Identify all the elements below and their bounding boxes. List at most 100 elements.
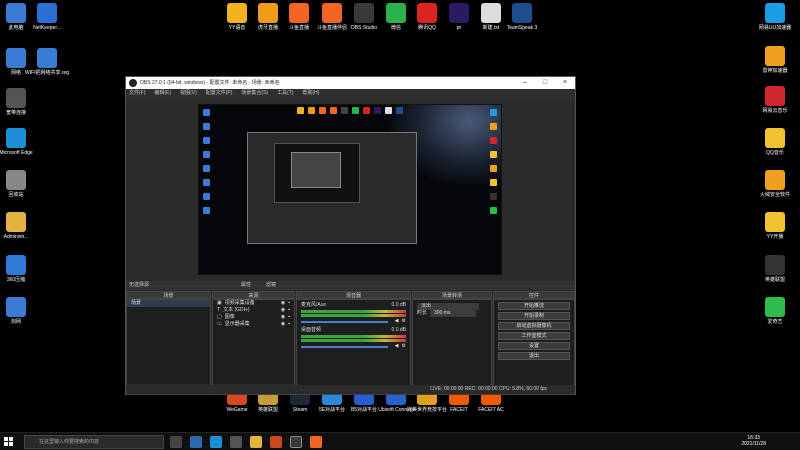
gear-icon[interactable]: ⚙: [402, 318, 406, 325]
desktop-right-icon-0-icon: [765, 3, 785, 23]
menu-item-2[interactable]: 视图(V): [180, 89, 197, 98]
mixer-dock[interactable]: 麦克风/Aux 0.0 dB ◀ ⚙ 桌面音频 0.0 dB ◀ ⚙: [296, 299, 411, 395]
edge-icon[interactable]: [210, 436, 222, 448]
transitions-dock[interactable]: 淡出 时长 300 ms: [412, 299, 492, 395]
desktop-left-icon-6[interactable]: 360压缩: [0, 255, 39, 283]
preview-mini-icon: [203, 179, 210, 186]
desktop-right-icon-5[interactable]: YY开播: [752, 212, 798, 240]
source-item-label: 视频采集设备: [224, 300, 255, 306]
close-icon[interactable]: ×: [555, 77, 575, 89]
lock-icon[interactable]: ▪: [288, 314, 290, 321]
taskbar-clock[interactable]: 16:33 2021/11/28: [741, 435, 766, 447]
source-item[interactable]: ▭ 显示器采集 ◉ ▪: [213, 321, 294, 328]
volume-slider[interactable]: [301, 345, 388, 348]
no-source-selected-label: 无选择源: [129, 282, 150, 288]
desktop-left-icon-6-label: 360压缩: [6, 277, 26, 283]
desktop-top-icon-8-icon: [481, 3, 501, 23]
maximize-icon[interactable]: □: [535, 77, 555, 89]
desktop-col2-icon-0[interactable]: NetKeeper...: [24, 3, 70, 31]
obs-taskbar-icon[interactable]: [290, 436, 302, 448]
control-button-3[interactable]: 工作室模式: [498, 332, 570, 340]
menu-item-4[interactable]: 场景集合(S): [241, 89, 268, 98]
clock-date: 2021/11/28: [741, 441, 766, 447]
visibility-eye-icon[interactable]: ◉: [281, 314, 285, 321]
yy-taskbar-icon[interactable]: [250, 436, 262, 448]
taskbar-search-input[interactable]: 在这里输入你要搜索的内容: [24, 435, 164, 449]
desktop-right-icon-1[interactable]: 雷神加速器: [752, 46, 798, 74]
lock-icon[interactable]: ▪: [288, 300, 290, 307]
windows-start-icon[interactable]: [4, 437, 14, 447]
menu-item-1[interactable]: 编辑(E): [154, 89, 171, 98]
desktop-right-icon-3-icon: [765, 128, 785, 148]
desktop-right-icon-6[interactable]: 英雄联盟: [752, 255, 798, 283]
preview-mini-icon: [490, 165, 497, 172]
transition-type[interactable]: 淡出: [417, 303, 479, 310]
lock-icon[interactable]: ▪: [288, 321, 290, 328]
douyu-taskbar-icon[interactable]: [310, 436, 322, 448]
menu-item-5[interactable]: 工具(T): [277, 89, 293, 98]
obs-window[interactable]: OBS 27.0.1 (64-bit, windows) - 配置文件: 未命名…: [125, 76, 576, 395]
visibility-eye-icon[interactable]: ◉: [281, 321, 285, 328]
transition-select[interactable]: 淡出: [413, 303, 491, 310]
controls-dock[interactable]: 开始推流开始录制启动虚拟摄像机 工作室模式设置退出: [493, 299, 575, 395]
file-explorer-icon[interactable]: [190, 436, 202, 448]
desktop-top-icon-9[interactable]: TeamSpeak 3: [499, 3, 545, 31]
control-button-0[interactable]: 开始推流: [498, 302, 570, 310]
visibility-eye-icon[interactable]: ◉: [281, 307, 285, 314]
control-button-2[interactable]: 启动虚拟摄像机: [498, 322, 570, 330]
desktop-right-icon-7[interactable]: 爱奇艺: [752, 297, 798, 325]
desktop-top-icon-9-icon: [512, 3, 532, 23]
preview-mini-icon: [374, 107, 381, 114]
sources-dock[interactable]: ▣视频采集设备◉▪T文本 (GDI+)◉▪▢图像◉▪▭显示器采集◉▪ + − ⚙…: [212, 299, 295, 395]
source-item[interactable]: ▣ 视频采集设备 ◉ ▪: [213, 300, 294, 307]
gear-icon[interactable]: ⚙: [402, 343, 406, 350]
desktop-right-icon-4[interactable]: 火绒安全软件: [752, 170, 798, 198]
control-buttons: 开始推流开始录制启动虚拟摄像机 工作室模式设置退出: [494, 302, 574, 360]
visibility-eye-icon[interactable]: ◉: [281, 300, 285, 307]
desktop-left-icon-5[interactable]: Administr...: [0, 212, 39, 240]
desktop-left-icon-4[interactable]: 回收站: [0, 170, 39, 198]
desktop-bottom-icon-8-label: FACEIT AC: [478, 407, 504, 413]
duration-input[interactable]: 300 ms: [430, 310, 477, 317]
desktop-left-icon-7-icon: [6, 297, 26, 317]
menu-item-0[interactable]: 文件(F): [129, 89, 145, 98]
properties-button[interactable]: 属性: [241, 281, 251, 290]
speaker-icon[interactable]: ◀: [395, 318, 399, 325]
scene-item[interactable]: 场景: [127, 300, 210, 307]
desktop-left-icon-2[interactable]: 宽带连接: [0, 88, 39, 116]
preview-mini-icon: [203, 137, 210, 144]
obs-title-bar[interactable]: OBS 27.0.1 (64-bit, windows) - 配置文件: 未命名…: [126, 77, 575, 89]
source-item[interactable]: ▢ 图像 ◉ ▪: [213, 314, 294, 321]
desktop-left-icon-7[interactable]: 剑网: [0, 297, 39, 325]
volume-slider[interactable]: [301, 320, 388, 323]
nested-preview-canvas: [274, 143, 360, 203]
menu-item-6[interactable]: 帮助(H): [302, 89, 319, 98]
lock-icon[interactable]: ▪: [288, 307, 290, 314]
desktop-right-icon-4-label: 火绒安全软件: [759, 192, 790, 198]
preview-mini-icon: [203, 207, 210, 214]
desktop-col2-icon-1[interactable]: WIFI把网络共享.reg: [24, 48, 70, 76]
preview-mini-icon: [363, 107, 370, 114]
source-item[interactable]: T 文本 (GDI+) ◉ ▪: [213, 307, 294, 314]
taskbar-app-icon[interactable]: [270, 436, 282, 448]
desktop-right-icon-2-label: 网易云音乐: [762, 108, 788, 114]
minimize-icon[interactable]: –: [515, 77, 535, 89]
taskbar-app-icon[interactable]: [230, 436, 242, 448]
mixer-channel-name: 麦克风/Aux: [301, 302, 327, 308]
taskbar: 在这里输入你要搜索的内容 16:33 2021/11/28: [0, 432, 800, 450]
menu-item-3[interactable]: 配置文件(P): [206, 89, 233, 98]
desktop-right-icon-7-label: 爱奇艺: [767, 319, 783, 325]
desktop-left-icon-3[interactable]: Microsoft Edge: [0, 128, 39, 156]
speaker-icon[interactable]: ◀: [395, 343, 399, 350]
control-button-1[interactable]: 开始录制: [498, 312, 570, 320]
desktop-right-icon-0[interactable]: 网易UU加速器: [752, 3, 798, 31]
scenes-dock[interactable]: 场景 + − ∧ ∨: [126, 299, 211, 395]
filters-button[interactable]: 滤镜: [266, 281, 276, 290]
desktop-right-icon-3[interactable]: QQ音乐: [752, 128, 798, 156]
control-button-5[interactable]: 退出: [498, 352, 570, 360]
control-button-4[interactable]: 设置: [498, 342, 570, 350]
desktop-right-icon-2[interactable]: 网易云音乐: [752, 86, 798, 114]
task-view-icon[interactable]: [170, 436, 182, 448]
obs-status-bar: LIVE: 00:00:00 REC: 00:00:00 CPU: 5.8%, …: [126, 385, 575, 394]
obs-preview-canvas[interactable]: [198, 104, 502, 275]
